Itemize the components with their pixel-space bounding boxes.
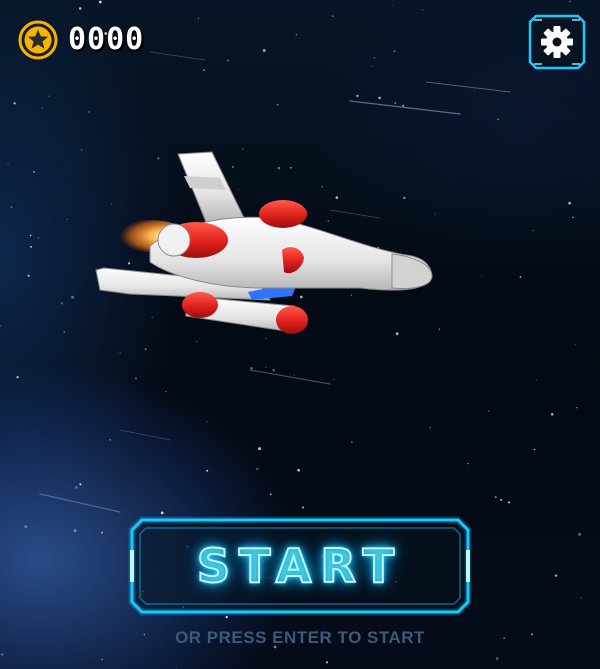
settings-button[interactable] xyxy=(528,14,586,70)
star-coin-icon xyxy=(18,20,58,60)
start-hint: OR PRESS ENTER TO START xyxy=(175,628,425,647)
gear-icon xyxy=(541,26,573,58)
game-scene: 0000 START OR PRESS ENTER TO START xyxy=(0,0,600,669)
coin-counter: 0000 xyxy=(18,20,144,60)
start-button[interactable]: START xyxy=(128,516,472,616)
start-label: START xyxy=(196,538,404,594)
coin-count: 0000 xyxy=(68,22,145,57)
